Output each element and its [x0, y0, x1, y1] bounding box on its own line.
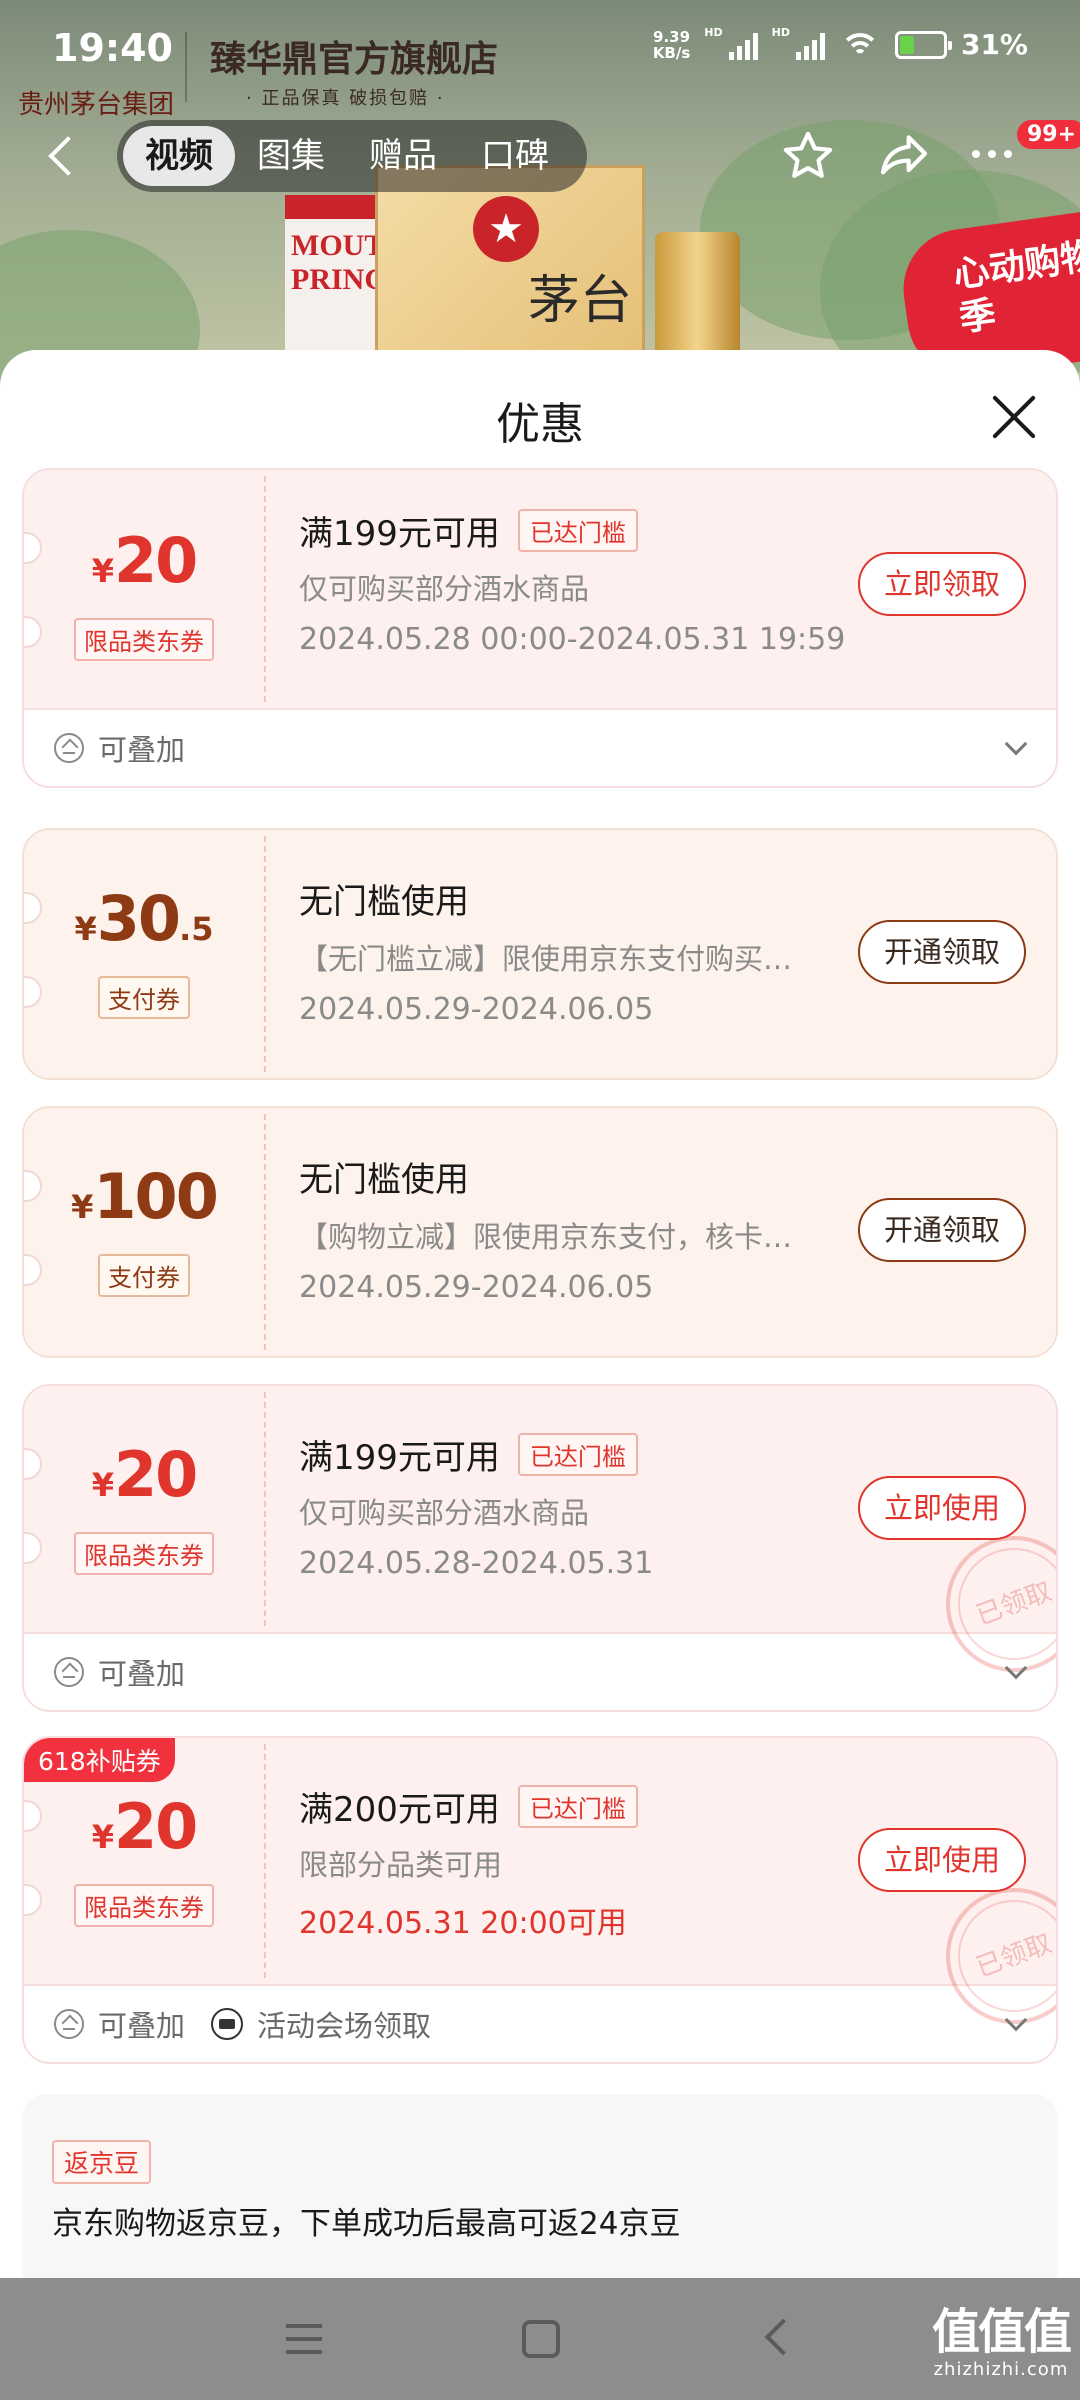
coupon-footer[interactable]: 可叠加 活动会场领取 — [24, 1986, 1056, 2062]
coupon-card: ¥30.5 支付券 无门槛使用 【无门槛立减】限使用京东支付购买… 2024.0… — [22, 828, 1058, 1080]
watermark: 值值值 zhizhizhi.com — [931, 2304, 1072, 2380]
home-icon[interactable] — [522, 2320, 560, 2358]
battery-icon — [894, 30, 952, 59]
signal-icon-2 — [795, 30, 825, 60]
coupon-amount: ¥100 — [71, 1160, 219, 1233]
coupon-desc: 【无门槛立减】限使用京东支付购买… — [299, 942, 793, 976]
threshold-tag: 已达门槛 — [517, 1785, 638, 1828]
store-tagline: · 正品保真 破损包赔 · — [246, 88, 445, 109]
message-count-badge: 99+ — [1017, 120, 1080, 149]
wifi-icon — [839, 29, 881, 61]
threshold-tag: 已达门槛 — [517, 509, 638, 552]
sheet-title: 优惠 — [496, 399, 584, 450]
use-now-button[interactable]: 立即使用 — [858, 1476, 1026, 1540]
coupon-amount: ¥30.5 — [74, 882, 214, 955]
favorite-star-icon[interactable] — [780, 128, 836, 184]
battery-percent: 31% — [960, 28, 1028, 61]
coupon-type: 支付券 — [98, 1254, 190, 1297]
use-now-button[interactable]: 立即使用 — [858, 1828, 1026, 1892]
store-divider — [185, 32, 187, 102]
coupon-date: 2024.05.28-2024.05.31 — [299, 1546, 654, 1581]
coupon-amount: ¥20 — [91, 1438, 199, 1511]
activate-claim-button[interactable]: 开通领取 — [858, 1198, 1026, 1262]
coupon-card: 618补贴券 ¥20 限品类东券 满200元可用 已达门槛 限部分品类可用 202… — [22, 1736, 1058, 2064]
system-nav-bar — [0, 2278, 1080, 2400]
store-logo: 贵州茅台集团 — [18, 90, 175, 120]
coupon-date: 2024.05.29-2024.06.05 — [299, 1270, 654, 1305]
coupon-sheet: 优惠 ¥20 限品类东券 满199元可用 已达门槛 仅可购买部分酒水商品 2024… — [0, 350, 1080, 2278]
coupon-title: 满200元可用 已达门槛 — [299, 1782, 638, 1831]
coupon-title: 无门槛使用 — [299, 882, 469, 922]
coupon-type: 支付券 — [98, 976, 190, 1019]
stackable-icon — [54, 733, 84, 763]
star-emblem-icon: ★ — [473, 196, 539, 262]
more-icon[interactable] — [972, 150, 1012, 158]
back-arrow-icon[interactable] — [42, 130, 82, 180]
tab-video[interactable]: 视频 — [123, 126, 235, 186]
chevron-down-icon[interactable] — [1004, 2008, 1028, 2032]
close-icon[interactable] — [990, 392, 1040, 442]
coupon-title: 满199元可用 已达门槛 — [299, 1430, 638, 1479]
tab-gallery[interactable]: 图集 — [235, 126, 347, 186]
coupon-desc: 【购物立减】限使用京东支付，核卡… — [299, 1220, 793, 1254]
activate-claim-button[interactable]: 开通领取 — [858, 920, 1026, 984]
coupon-card: ¥20 限品类东券 满199元可用 已达门槛 仅可购买部分酒水商品 2024.05… — [22, 468, 1058, 788]
stackable-icon — [54, 2009, 84, 2039]
coupon-footer[interactable]: 可叠加 — [24, 1634, 1056, 1710]
store-name[interactable]: 臻华鼎官方旗舰店 — [210, 30, 498, 82]
coupon-title: 满199元可用 已达门槛 — [299, 506, 638, 555]
coupon-type: 限品类东券 — [74, 1532, 214, 1575]
chevron-down-icon[interactable] — [1004, 732, 1028, 756]
stackable-icon — [54, 1657, 84, 1687]
venue-icon — [211, 2008, 244, 2040]
coupon-footer[interactable]: 可叠加 — [24, 710, 1056, 786]
coupon-desc: 限部分品类可用 — [299, 1848, 503, 1882]
coupon-date: 2024.05.28 00:00-2024.05.31 19:59 — [299, 622, 846, 657]
recent-apps-icon[interactable] — [286, 2324, 322, 2354]
coupon-date: 2024.05.29-2024.06.05 — [299, 992, 654, 1027]
coupon-desc: 仅可购买部分酒水商品 — [299, 572, 590, 606]
bean-tag: 返京豆 — [52, 2140, 152, 2184]
signal-icon — [728, 30, 758, 60]
back-icon[interactable] — [764, 2318, 802, 2356]
bean-text: 京东购物返京豆，下单成功后最高可返24京豆 — [52, 2206, 681, 2242]
coupon-amount: ¥20 — [91, 524, 199, 597]
claim-button[interactable]: 立即领取 — [858, 552, 1026, 616]
subsidy-corner-tag: 618补贴券 — [24, 1738, 175, 1782]
tab-gifts[interactable]: 赠品 — [347, 126, 459, 186]
status-time: 19:40 — [52, 26, 173, 70]
tab-reviews[interactable]: 口碑 — [459, 126, 571, 186]
jd-bean-card: 返京豆 京东购物返京豆，下单成功后最高可返24京豆 — [22, 2094, 1058, 2278]
coupon-card: ¥20 限品类东券 满199元可用 已达门槛 仅可购买部分酒水商品 2024.05… — [22, 1384, 1058, 1712]
threshold-tag: 已达门槛 — [517, 1433, 638, 1476]
share-icon[interactable] — [876, 128, 932, 184]
media-tabs: 视频 图集 赠品 口碑 — [117, 120, 587, 192]
coupon-card: ¥100 支付券 无门槛使用 【购物立减】限使用京东支付，核卡… 2024.05… — [22, 1106, 1058, 1358]
coupon-type: 限品类东券 — [74, 1884, 214, 1927]
coupon-desc: 仅可购买部分酒水商品 — [299, 1496, 590, 1530]
coupon-title: 无门槛使用 — [299, 1160, 469, 1200]
coupon-type: 限品类东券 — [74, 618, 214, 661]
net-speed: 9.39 KB/s — [652, 27, 691, 62]
coupon-date: 2024.05.31 20:00可用 — [299, 1906, 627, 1941]
chevron-down-icon[interactable] — [1004, 1656, 1028, 1680]
coupon-amount: ¥20 — [91, 1790, 199, 1863]
